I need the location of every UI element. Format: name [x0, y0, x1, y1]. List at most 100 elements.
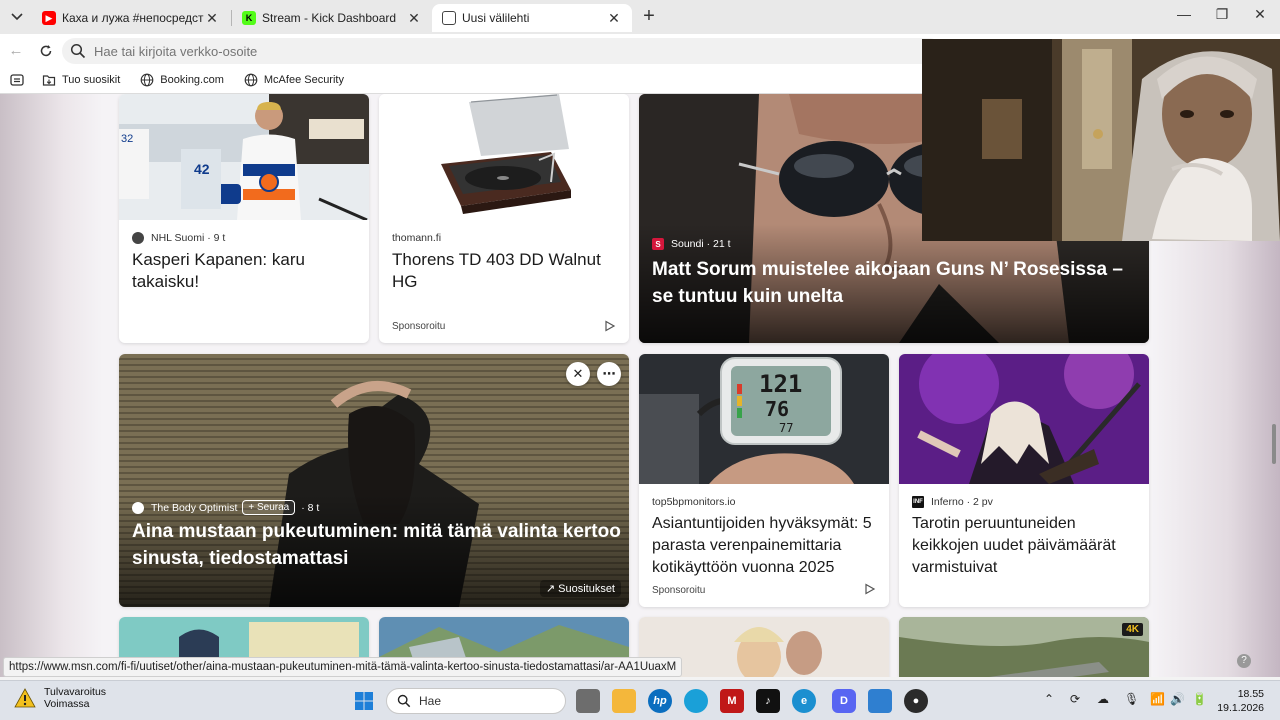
restore-icon[interactable]: ❐: [1210, 6, 1234, 28]
microphone-icon[interactable]: 🎙: [1124, 692, 1139, 706]
source-name: thomann.fi: [392, 232, 442, 244]
source-name: top5bpmonitors.io: [652, 496, 736, 508]
tab-kick[interactable]: K Stream - Kick Dashboard ✕: [232, 4, 432, 32]
source-line: INF Inferno · 2 pv: [912, 496, 993, 508]
article-age: 2 pv: [973, 496, 993, 508]
news-card-hockey[interactable]: 42 32 NHL Suomi · 9 t Kasperi Kapanen: k…: [119, 94, 369, 343]
source-line: thomann.fi: [392, 232, 441, 244]
ad-choices-icon[interactable]: [864, 583, 876, 595]
article-age: 9 t: [213, 232, 226, 244]
source-line: NHL Suomi · 9 t: [132, 232, 225, 244]
bp-reading-pulse: 77: [779, 421, 793, 435]
weather-widget[interactable]: Tulvavaroitus Voimassa: [14, 686, 106, 710]
kick-icon: K: [242, 11, 256, 25]
webcam-overlay: [922, 39, 1280, 241]
cloud-icon[interactable]: ☁: [1097, 692, 1109, 706]
bookmark-import-favorites[interactable]: Tuo suosikit: [42, 73, 120, 87]
soundi-logo-icon: S: [652, 238, 664, 250]
discord-icon[interactable]: D: [832, 689, 856, 713]
browser-app-icon[interactable]: [684, 689, 708, 713]
hp-icon[interactable]: hp: [648, 689, 672, 713]
taskbar-search[interactable]: Hae: [386, 688, 566, 714]
edge-icon[interactable]: e: [792, 689, 816, 713]
hockey-photo: 42 32: [119, 94, 369, 220]
globe-icon: [244, 73, 258, 87]
follow-button[interactable]: + Seuraa: [242, 500, 296, 515]
globe-icon: [140, 73, 154, 87]
close-tab-icon[interactable]: ✕: [606, 10, 622, 27]
bookmark-mcafee[interactable]: McAfee Security: [244, 73, 344, 87]
task-view-icon[interactable]: [576, 689, 600, 713]
search-icon: [70, 43, 86, 59]
wifi-icon[interactable]: 📶: [1150, 692, 1165, 706]
close-tab-icon[interactable]: ✕: [204, 10, 220, 27]
tab-title: Uusi välilehti: [462, 11, 530, 25]
address-bar[interactable]: [62, 38, 942, 64]
article-title[interactable]: Aina mustaan pukeutuminen: mitä tämä val…: [132, 518, 622, 572]
article-title[interactable]: Asiantuntijoiden hyväksymät: 5 parasta v…: [652, 513, 882, 579]
plus-icon: +: [248, 502, 257, 513]
tray-chevron-up-icon[interactable]: ⌃: [1044, 692, 1054, 706]
tab-strip: ▶ Каха и лужа #непосредственно ✕ K Strea…: [0, 0, 1280, 34]
link-status-bar: https://www.msn.com/fi-fi/uutiset/other/…: [3, 657, 683, 677]
source-name: Soundi: [671, 238, 704, 250]
tab-new[interactable]: Uusi välilehti ✕: [432, 4, 632, 32]
nhl-logo-icon: [132, 232, 144, 244]
news-card-bp-monitors[interactable]: 121 76 77 top5bpmonitors.io Asiantuntijo…: [639, 354, 889, 607]
dismiss-card-icon[interactable]: ✕: [566, 362, 590, 386]
dot-separator: ·: [963, 496, 974, 508]
weather-title: Tulvavaroitus: [44, 686, 107, 698]
bp-reading-diastolic: 76: [765, 397, 789, 421]
reading-list-icon[interactable]: [10, 74, 24, 86]
windows-start-icon[interactable]: [352, 689, 376, 713]
tiktok-icon[interactable]: ♪: [756, 689, 780, 713]
chevron-down-icon: [11, 13, 23, 21]
svg-text:32: 32: [121, 133, 133, 145]
bookmark-label: Booking.com: [160, 74, 224, 86]
file-explorer-icon[interactable]: [612, 689, 636, 713]
obs-icon[interactable]: ●: [904, 689, 928, 713]
tab-actions-menu[interactable]: [4, 5, 30, 29]
taskbar-search-placeholder: Hae: [419, 694, 442, 708]
news-card-inferno[interactable]: INF Inferno · 2 pv Tarotin peruuntuneide…: [899, 354, 1149, 607]
close-window-icon[interactable]: ✕: [1248, 6, 1272, 28]
store-icon[interactable]: [868, 689, 892, 713]
address-input[interactable]: [94, 43, 794, 59]
article-age: 8 t: [307, 501, 320, 514]
article-title[interactable]: Thorens TD 403 DD Walnut HG: [392, 249, 617, 293]
news-card-thomann[interactable]: thomann.fi Thorens TD 403 DD Walnut HG S…: [379, 94, 629, 343]
ad-choices-icon[interactable]: [604, 320, 616, 332]
concert-photo: [899, 354, 1149, 484]
warning-icon: [14, 688, 36, 708]
sync-icon[interactable]: ⟳: [1070, 692, 1080, 706]
back-icon[interactable]: ←: [5, 40, 27, 62]
source-name: NHL Suomi: [151, 232, 205, 244]
turntable-photo: [379, 94, 629, 220]
source-line: S Soundi · 21 t: [652, 238, 731, 250]
battery-icon[interactable]: 🔋: [1192, 692, 1207, 706]
more-options-icon[interactable]: ⋯: [597, 362, 621, 386]
refresh-icon[interactable]: [35, 40, 57, 62]
article-title[interactable]: Kasperi Kapanen: karu takaisku!: [132, 249, 357, 293]
news-card-body-optimist[interactable]: ✕ ⋯ The Body Optimist + Seuraa · 8 t Ain…: [119, 354, 629, 607]
sponsored-label: Sponsoroitu: [392, 321, 446, 332]
help-icon[interactable]: ?: [1237, 654, 1251, 668]
bookmark-label: McAfee Security: [263, 74, 344, 86]
news-card-partial-4[interactable]: 4K: [899, 617, 1149, 677]
article-title[interactable]: Tarotin peruuntuneiden keikkojen uudet p…: [912, 513, 1142, 579]
mcafee-icon[interactable]: M: [720, 689, 744, 713]
new-tab-icon: [442, 11, 456, 25]
bookmark-booking[interactable]: Booking.com: [140, 73, 224, 87]
body-optimist-logo-icon: [132, 501, 144, 514]
article-title[interactable]: Matt Sorum muistelee aikojaan Guns N’ Ro…: [652, 256, 1142, 310]
svg-text:42: 42: [194, 161, 210, 177]
minimize-icon[interactable]: —: [1172, 6, 1196, 28]
tab-title: Stream - Kick Dashboard: [262, 11, 397, 25]
clock[interactable]: 18.55 19.1.2026: [1217, 687, 1264, 715]
tab-youtube[interactable]: ▶ Каха и лужа #непосредственно ✕: [32, 4, 230, 32]
speaker-icon[interactable]: 🔊: [1170, 692, 1185, 706]
sponsored-label: Sponsoroitu: [652, 585, 706, 596]
scrollbar-thumb[interactable]: [1272, 424, 1276, 464]
new-tab-button[interactable]: +: [638, 6, 660, 28]
close-tab-icon[interactable]: ✕: [406, 10, 422, 27]
